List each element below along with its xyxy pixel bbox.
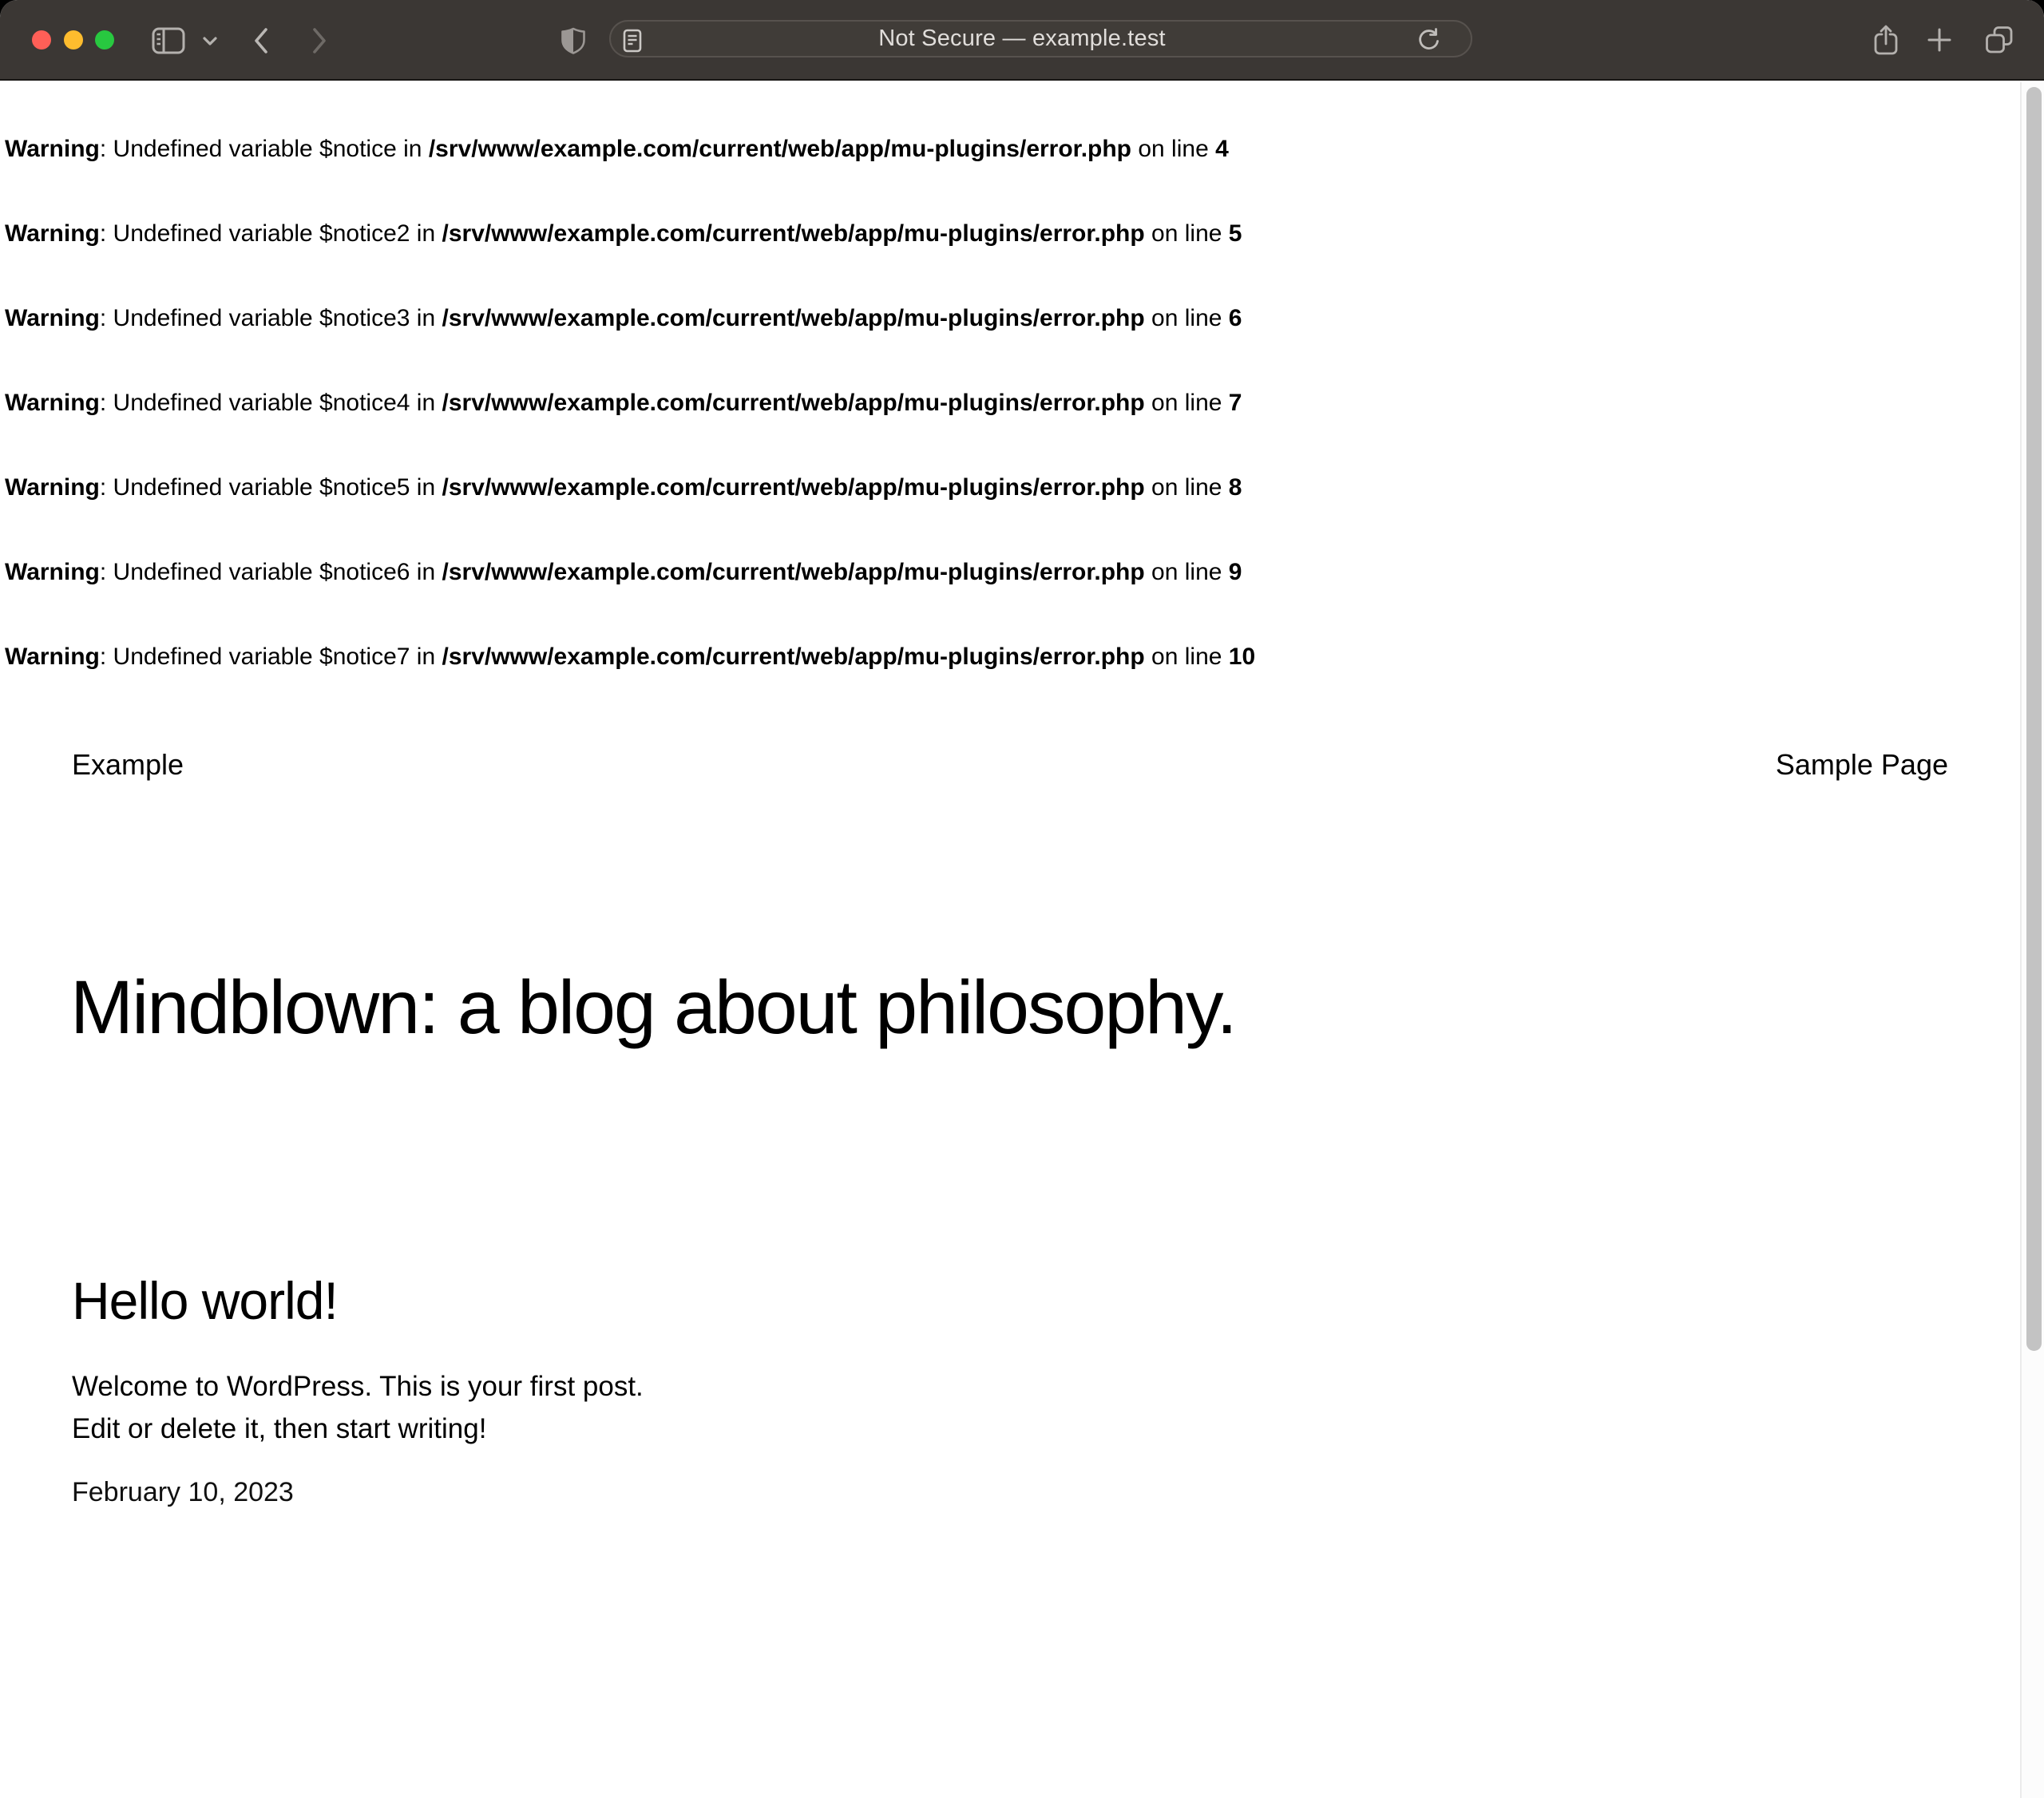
site-header: Example Sample Page xyxy=(72,747,1948,782)
warning-text: : Undefined variable $notice in xyxy=(100,136,429,162)
nav-link-sample-page[interactable]: Sample Page xyxy=(1776,747,1948,782)
php-warning-line: Warning: Undefined variable $notice2 in … xyxy=(5,220,2012,248)
php-warning-line: Warning: Undefined variable $notice7 in … xyxy=(5,643,2012,671)
share-button[interactable] xyxy=(1872,22,1900,57)
post-date-link[interactable]: February 10, 2023 xyxy=(72,1475,294,1510)
warning-text: : Undefined variable $notice2 in xyxy=(100,220,442,247)
warning-text-suffix: on line xyxy=(1145,305,1229,331)
post-title-link[interactable]: Hello world! xyxy=(72,1270,338,1331)
warning-text-suffix: on line xyxy=(1145,474,1229,501)
warning-text: : Undefined variable $notice6 in xyxy=(100,559,442,585)
warning-text-suffix: on line xyxy=(1145,559,1229,585)
reload-icon xyxy=(1417,28,1441,53)
warning-label: Warning xyxy=(5,474,100,501)
warning-text: : Undefined variable $notice3 in xyxy=(100,305,442,331)
warning-text: : Undefined variable $notice5 in xyxy=(100,474,442,501)
warning-path: /srv/www/example.com/current/web/app/mu-… xyxy=(442,220,1145,247)
warning-path: /srv/www/example.com/current/web/app/mu-… xyxy=(442,390,1145,416)
tab-overview-button[interactable] xyxy=(1983,24,2015,56)
post-excerpt-line: Welcome to WordPress. This is your first… xyxy=(72,1365,644,1408)
php-warnings: Warning: Undefined variable $notice in /… xyxy=(5,135,2012,727)
warning-text-suffix: on line xyxy=(1145,220,1229,247)
site-title-link[interactable]: Example xyxy=(72,747,184,782)
warning-label: Warning xyxy=(5,305,100,331)
reader-icon xyxy=(623,29,642,53)
new-tab-icon xyxy=(1927,27,1952,53)
scrollbar-track[interactable] xyxy=(2020,82,2044,1798)
scrollbar-thumb[interactable] xyxy=(2026,87,2042,1351)
php-warning-line: Warning: Undefined variable $notice6 in … xyxy=(5,558,2012,587)
browser-window: Not Secure — example.test xyxy=(0,0,2044,1798)
warning-path: /srv/www/example.com/current/web/app/mu-… xyxy=(442,474,1145,501)
warning-label: Warning xyxy=(5,644,100,670)
new-tab-button[interactable] xyxy=(1926,26,1953,54)
warning-line-number: 10 xyxy=(1229,644,1255,670)
title-bar: Not Secure — example.test xyxy=(0,0,2044,81)
warning-text: : Undefined variable $notice4 in xyxy=(100,390,442,416)
reader-button[interactable] xyxy=(620,27,645,54)
warning-text-suffix: on line xyxy=(1145,644,1229,670)
warning-label: Warning xyxy=(5,390,100,416)
warning-line-number: 8 xyxy=(1229,474,1242,501)
warning-text-suffix: on line xyxy=(1131,136,1215,162)
warning-path: /srv/www/example.com/current/web/app/mu-… xyxy=(429,136,1131,162)
hero-heading: Mindblown: a blog about philosophy. xyxy=(70,964,1948,1051)
share-icon xyxy=(1873,24,1899,56)
php-warning-line: Warning: Undefined variable $notice4 in … xyxy=(5,389,2012,418)
php-warning-line: Warning: Undefined variable $notice in /… xyxy=(5,135,2012,164)
warning-line-number: 5 xyxy=(1229,220,1242,247)
warning-text: : Undefined variable $notice7 in xyxy=(100,644,442,670)
warning-path: /srv/www/example.com/current/web/app/mu-… xyxy=(442,559,1145,585)
page-content: Warning: Undefined variable $notice in /… xyxy=(0,82,2044,1798)
warning-text-suffix: on line xyxy=(1145,390,1229,416)
warning-line-number: 4 xyxy=(1215,136,1229,162)
php-warning-line: Warning: Undefined variable $notice3 in … xyxy=(5,304,2012,333)
warning-line-number: 7 xyxy=(1229,390,1242,416)
warning-line-number: 9 xyxy=(1229,559,1242,585)
warning-line-number: 6 xyxy=(1229,305,1242,331)
post-excerpt-line: Edit or delete it, then start writing! xyxy=(72,1408,644,1450)
warning-label: Warning xyxy=(5,136,100,162)
reload-button[interactable] xyxy=(1415,26,1444,55)
warning-path: /srv/www/example.com/current/web/app/mu-… xyxy=(442,644,1145,670)
address-bar-text: Not Secure — example.test xyxy=(0,20,2044,57)
tab-overview-icon xyxy=(1985,26,2014,54)
warning-path: /srv/www/example.com/current/web/app/mu-… xyxy=(442,305,1145,331)
warning-label: Warning xyxy=(5,220,100,247)
post-excerpt: Welcome to WordPress. This is your first… xyxy=(72,1365,644,1450)
warning-label: Warning xyxy=(5,559,100,585)
php-warning-line: Warning: Undefined variable $notice5 in … xyxy=(5,473,2012,502)
